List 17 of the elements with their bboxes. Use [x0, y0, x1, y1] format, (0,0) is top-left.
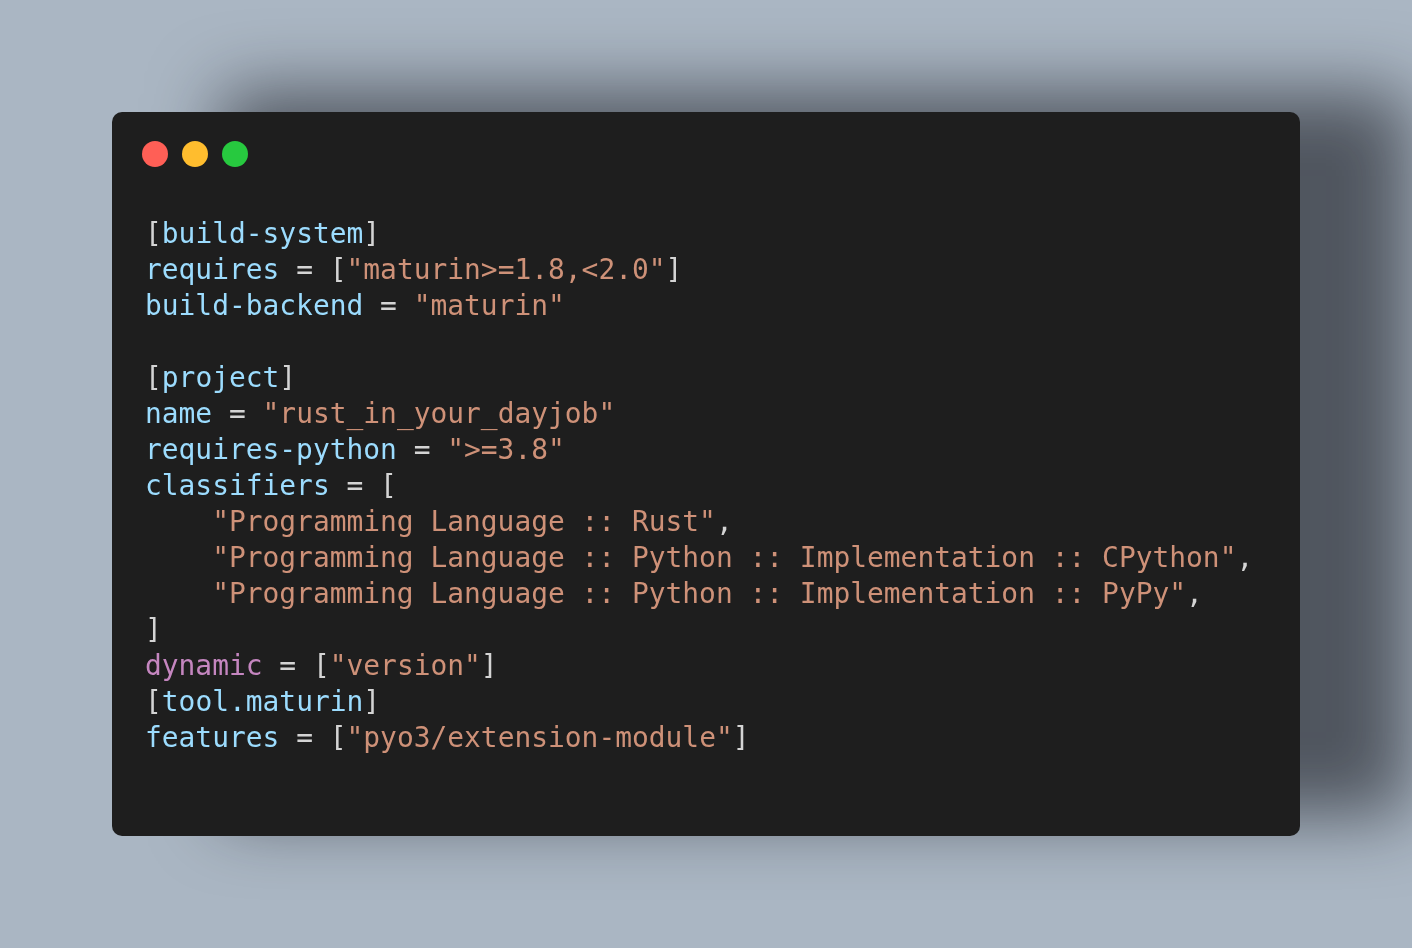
code-line: [build-system] — [145, 216, 381, 252]
code-line: features = ["pyo3/extension-module"] — [145, 720, 750, 756]
code-line: "Programming Language :: Python :: Implementation :: CPython", — [212, 540, 1254, 576]
code-line: dynamic = ["version"] — [145, 648, 498, 684]
code-line: name = "rust_in_your_dayjob" — [145, 396, 616, 432]
code-line: requires-python = ">=3.8" — [145, 432, 565, 468]
code-line: "Programming Language :: Python :: Implementation :: PyPy", — [212, 576, 1203, 612]
code-line: "Programming Language :: Rust", — [212, 504, 733, 540]
close-button[interactable] — [142, 141, 168, 167]
code-line: build-backend = "maturin" — [145, 288, 565, 324]
code-line: requires = ["maturin>=1.8,<2.0"] — [145, 252, 683, 288]
zoom-button[interactable] — [222, 141, 248, 167]
minimize-button[interactable] — [182, 141, 208, 167]
code-line: [project] — [145, 360, 297, 396]
code-line: ] — [145, 612, 162, 648]
code-line: [tool.maturin] — [145, 684, 381, 720]
code-line: classifiers = [ — [145, 468, 397, 504]
